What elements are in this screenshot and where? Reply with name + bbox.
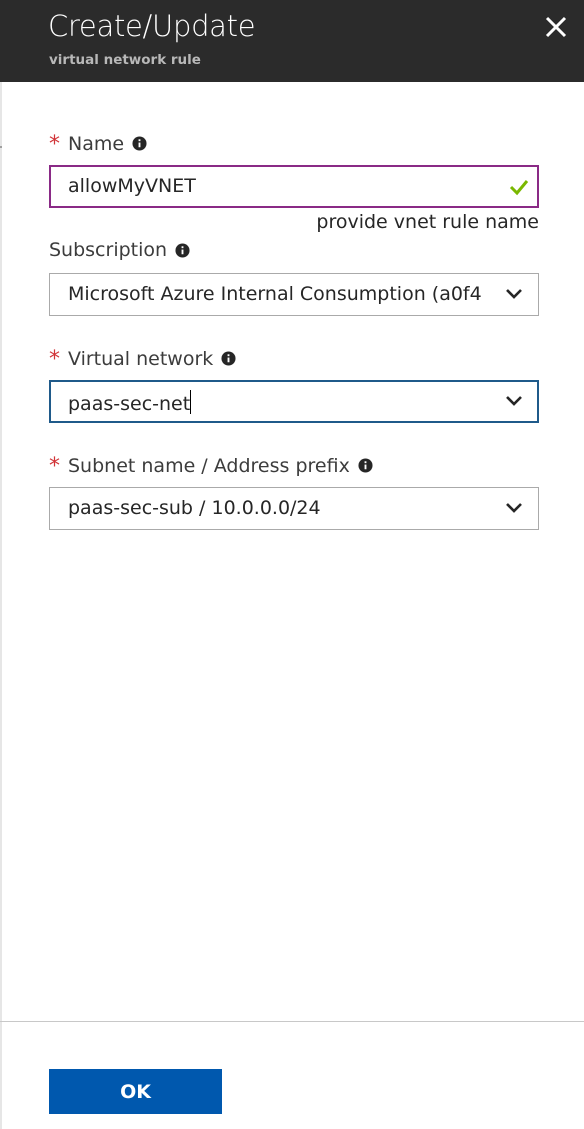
- info-icon[interactable]: [221, 351, 236, 366]
- subnet-label-text: Subnet name / Address prefix: [68, 454, 350, 477]
- checkmark-icon: [509, 180, 529, 196]
- virtual-network-value: paas-sec-net: [68, 393, 191, 415]
- virtual-network-label-text: Virtual network: [68, 347, 214, 370]
- subscription-label: Subscription: [49, 239, 190, 261]
- required-asterisk: *: [49, 454, 60, 479]
- name-input-value: allowMyVNET: [68, 175, 196, 197]
- info-icon[interactable]: [358, 458, 373, 473]
- chevron-down-icon: [506, 503, 522, 513]
- subscription-value: Microsoft Azure Internal Consumption (a0…: [68, 283, 482, 305]
- required-asterisk: *: [49, 132, 60, 157]
- subnet-value: paas-sec-sub / 10.0.0.0/24: [68, 497, 321, 519]
- name-hint: provide vnet rule name: [316, 211, 539, 233]
- chevron-down-icon: [506, 289, 522, 299]
- blade-title: Create/Update: [48, 9, 256, 43]
- subnet-label: * Subnet name / Address prefix: [49, 453, 373, 479]
- text-caret: [190, 390, 192, 414]
- info-icon[interactable]: [175, 242, 190, 258]
- blade-header: Create/Update virtual network rule: [0, 0, 584, 82]
- virtual-network-dropdown[interactable]: paas-sec-net: [49, 380, 539, 423]
- subscription-dropdown[interactable]: Microsoft Azure Internal Consumption (a0…: [49, 273, 539, 316]
- name-label-text: Name: [68, 132, 125, 155]
- subscription-label-text: Subscription: [49, 239, 168, 261]
- required-asterisk: *: [49, 347, 60, 372]
- blade-left-border: [0, 82, 2, 1129]
- ok-button[interactable]: OK: [49, 1069, 222, 1114]
- resize-handle: [0, 146, 2, 148]
- blade-subtitle: virtual network rule: [49, 52, 201, 68]
- name-label: * Name: [49, 131, 147, 157]
- virtual-network-label: * Virtual network: [49, 346, 236, 372]
- close-button[interactable]: [541, 12, 571, 42]
- virtual-network-value-wrap: paas-sec-net: [68, 390, 192, 415]
- chevron-down-icon: [506, 396, 522, 406]
- footer-divider: [0, 1021, 584, 1022]
- info-icon[interactable]: [132, 136, 147, 151]
- subnet-dropdown[interactable]: paas-sec-sub / 10.0.0.0/24: [49, 487, 539, 530]
- create-update-blade: Create/Update virtual network rule * Nam…: [0, 0, 584, 1129]
- name-input[interactable]: allowMyVNET: [49, 165, 539, 208]
- close-icon: [545, 16, 567, 38]
